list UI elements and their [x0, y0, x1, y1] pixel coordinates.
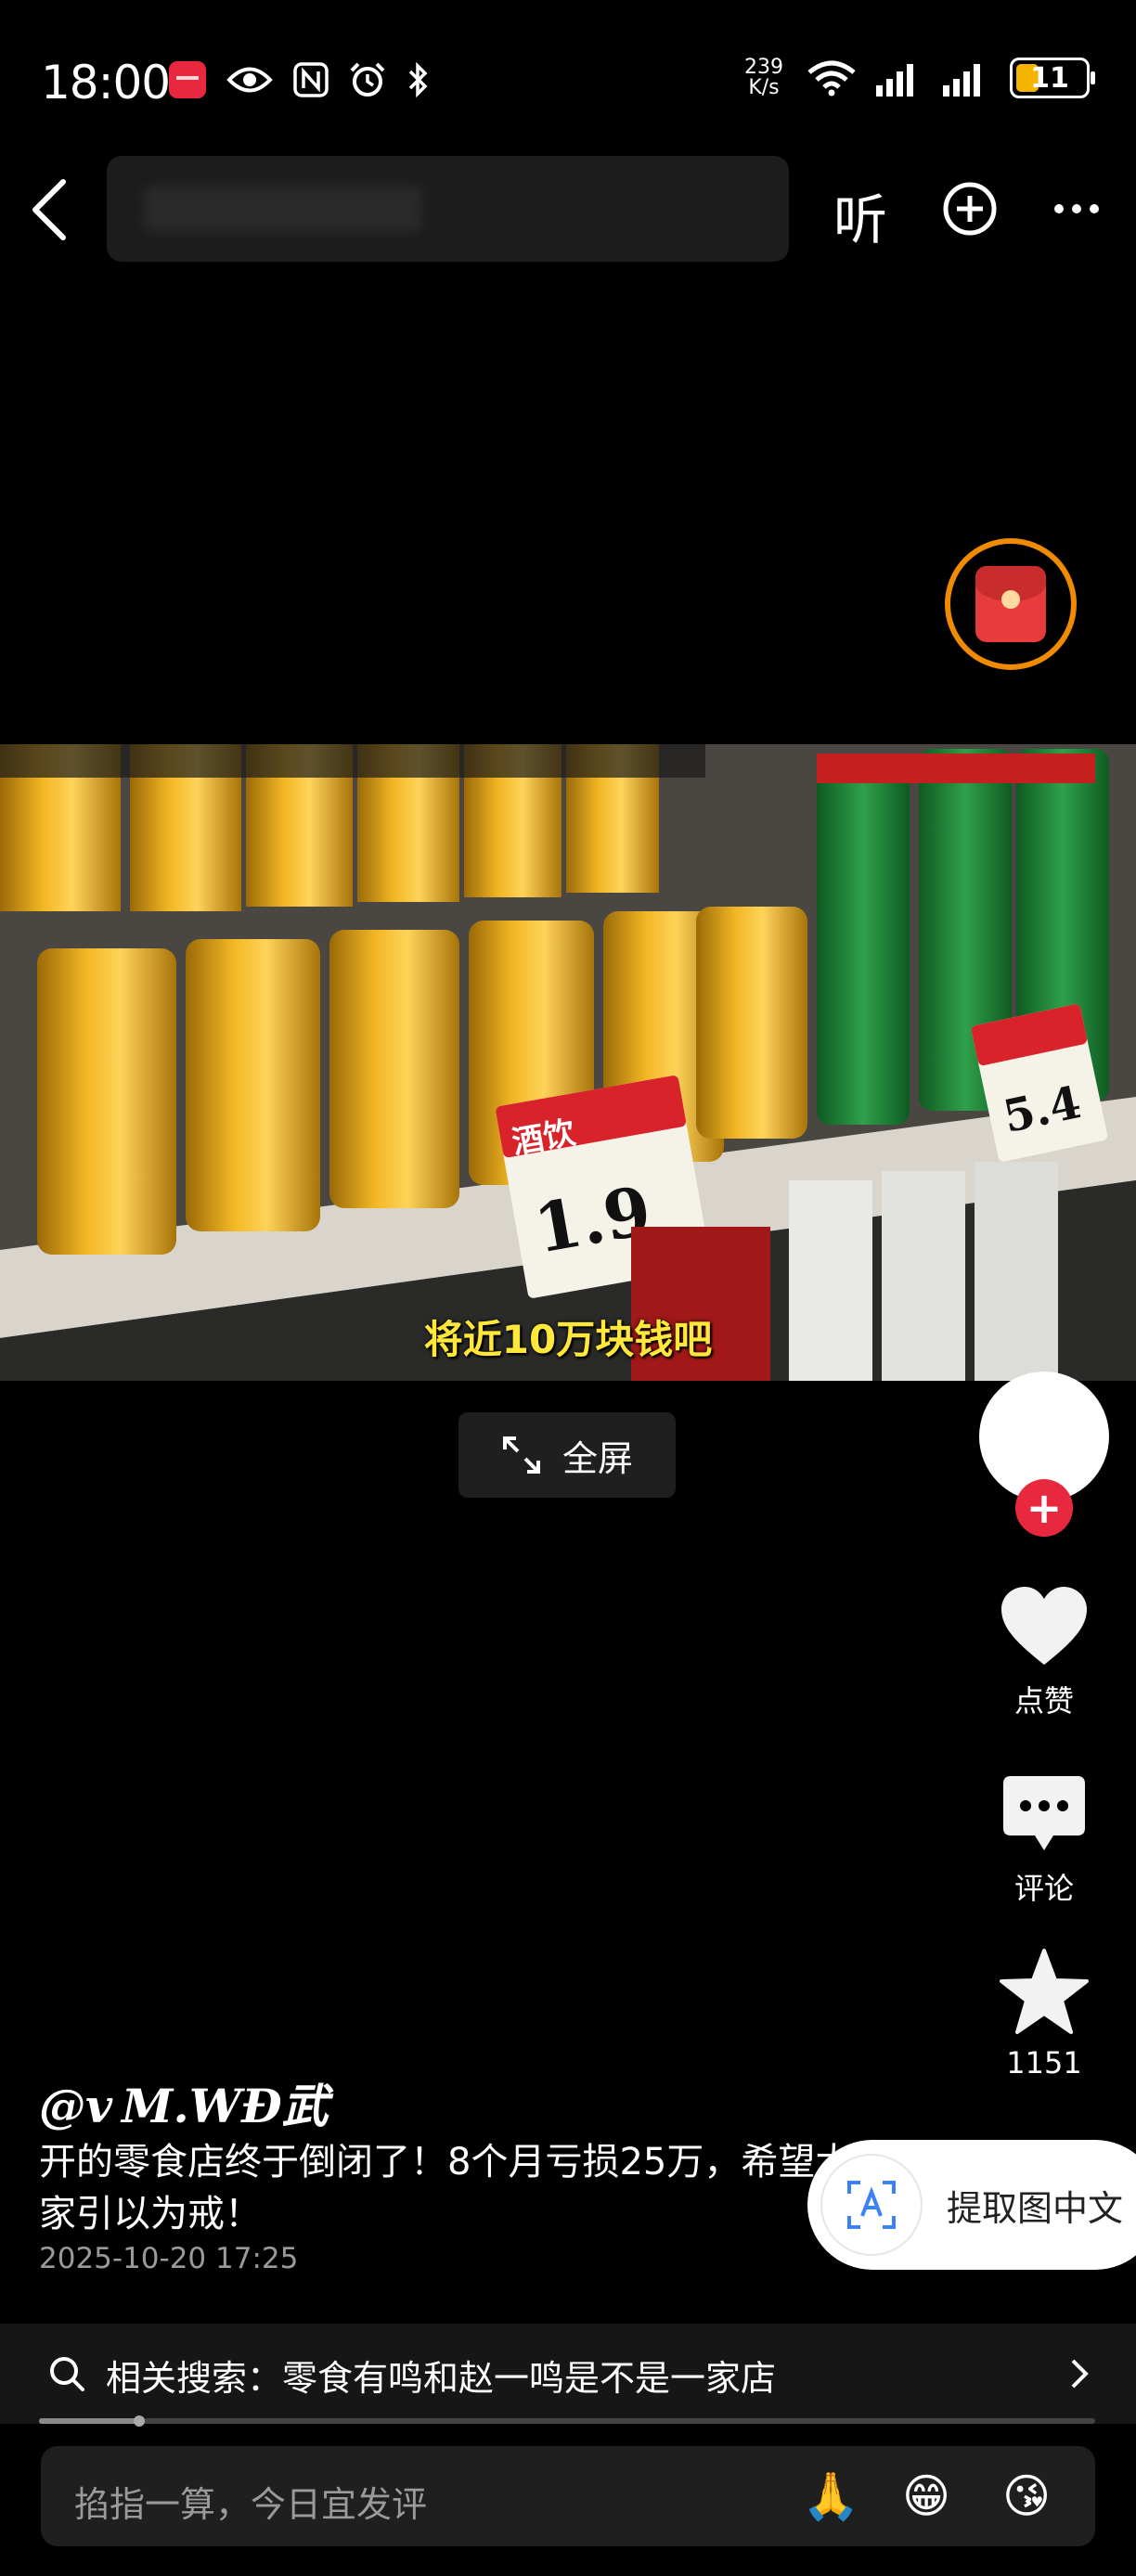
- favorite-count: 1151: [1006, 2045, 1082, 2080]
- plus-icon: +: [1026, 1483, 1063, 1533]
- favorite-button[interactable]: 1151: [975, 1947, 1114, 2080]
- comment-icon: [1003, 1776, 1085, 1850]
- emoji-grin-button[interactable]: 😁: [902, 2468, 950, 2524]
- comment-label: 评论: [1013, 1871, 1074, 1906]
- chevron-right-icon: [1071, 2359, 1089, 2389]
- fullscreen-button[interactable]: 全屏: [458, 1412, 676, 1498]
- text-recognition-icon: [820, 2154, 923, 2256]
- red-envelope-icon: [975, 566, 1046, 642]
- net-speed: 239 K/s: [741, 58, 787, 98]
- wifi-icon: [807, 60, 856, 97]
- video-frame: 酒饮 1.9 5.4: [0, 744, 1136, 1381]
- signal-icon: [876, 64, 913, 97]
- more-icon[interactable]: [1053, 195, 1100, 223]
- emoji-kiss-button[interactable]: 😘: [1002, 2468, 1051, 2524]
- net-speed-value: 239: [744, 56, 783, 79]
- fullscreen-label: 全屏: [562, 1437, 633, 1479]
- back-icon[interactable]: [22, 176, 78, 243]
- related-search-bar[interactable]: 相关搜索：零食有鸣和赵一鸣是不是一家店: [0, 2324, 1136, 2424]
- follow-button[interactable]: +: [1015, 1479, 1073, 1537]
- extract-text-button[interactable]: 提取图中文: [807, 2140, 1136, 2270]
- emoji-pray-button[interactable]: 🙏: [802, 2468, 859, 2524]
- video-progress-bar[interactable]: [39, 2415, 1095, 2427]
- add-circle-icon[interactable]: [942, 181, 998, 237]
- heart-icon: [1001, 1587, 1087, 1665]
- expand-icon: [502, 1436, 540, 1474]
- related-search-text: 相关搜索：零食有鸣和赵一鸣是不是一家店: [106, 2358, 777, 2399]
- signal-icon: [943, 64, 980, 97]
- comment-placeholder: 掐指一算，今日宜发评: [74, 2484, 428, 2525]
- eye-icon: [226, 67, 273, 93]
- comment-input[interactable]: 掐指一算，今日宜发评 🙏 😁 😘: [41, 2446, 1095, 2546]
- red-packet-button[interactable]: [945, 538, 1077, 670]
- can-row-top: [0, 744, 705, 911]
- bluetooth-icon: [408, 61, 428, 98]
- status-bar: 18:00 239 K/s 11: [0, 0, 1136, 139]
- nfc-icon: [293, 62, 329, 97]
- like-label: 点赞: [1013, 1683, 1074, 1719]
- listen-button[interactable]: 听: [833, 176, 887, 254]
- search-icon: [50, 2357, 84, 2391]
- search-input[interactable]: [107, 156, 789, 262]
- status-time: 18:00: [41, 56, 171, 109]
- status-icons-left: [169, 61, 431, 98]
- status-icons-right: 239 K/s 11: [741, 58, 1095, 98]
- video-progress-fill: [39, 2418, 140, 2424]
- video-progress-handle[interactable]: [134, 2415, 146, 2427]
- star-icon: [1000, 1949, 1089, 2034]
- battery-level: 11: [1030, 61, 1069, 95]
- huawei-app-icon: [169, 61, 206, 98]
- battery-icon: 11: [1010, 58, 1095, 98]
- net-speed-unit: K/s: [748, 76, 780, 99]
- video-subtitle: 将近10万块钱吧: [423, 1317, 713, 1362]
- comment-button[interactable]: 评论: [975, 1772, 1114, 1908]
- post-date: 2025-10-20 17:25: [39, 2242, 299, 2275]
- search-input-blurred-text: [144, 186, 422, 232]
- video-player[interactable]: 酒饮 1.9 5.4: [0, 744, 1136, 1381]
- alarm-icon: [350, 62, 385, 97]
- extract-text-label: 提取图中文: [947, 2187, 1124, 2229]
- author-name[interactable]: @v M.WĐ武: [39, 2069, 329, 2136]
- like-button[interactable]: 点赞: [975, 1585, 1114, 1720]
- post-description[interactable]: 开的零食店终于倒闭了！8个月亏损25万，希望大家引以为戒！: [39, 2136, 874, 2240]
